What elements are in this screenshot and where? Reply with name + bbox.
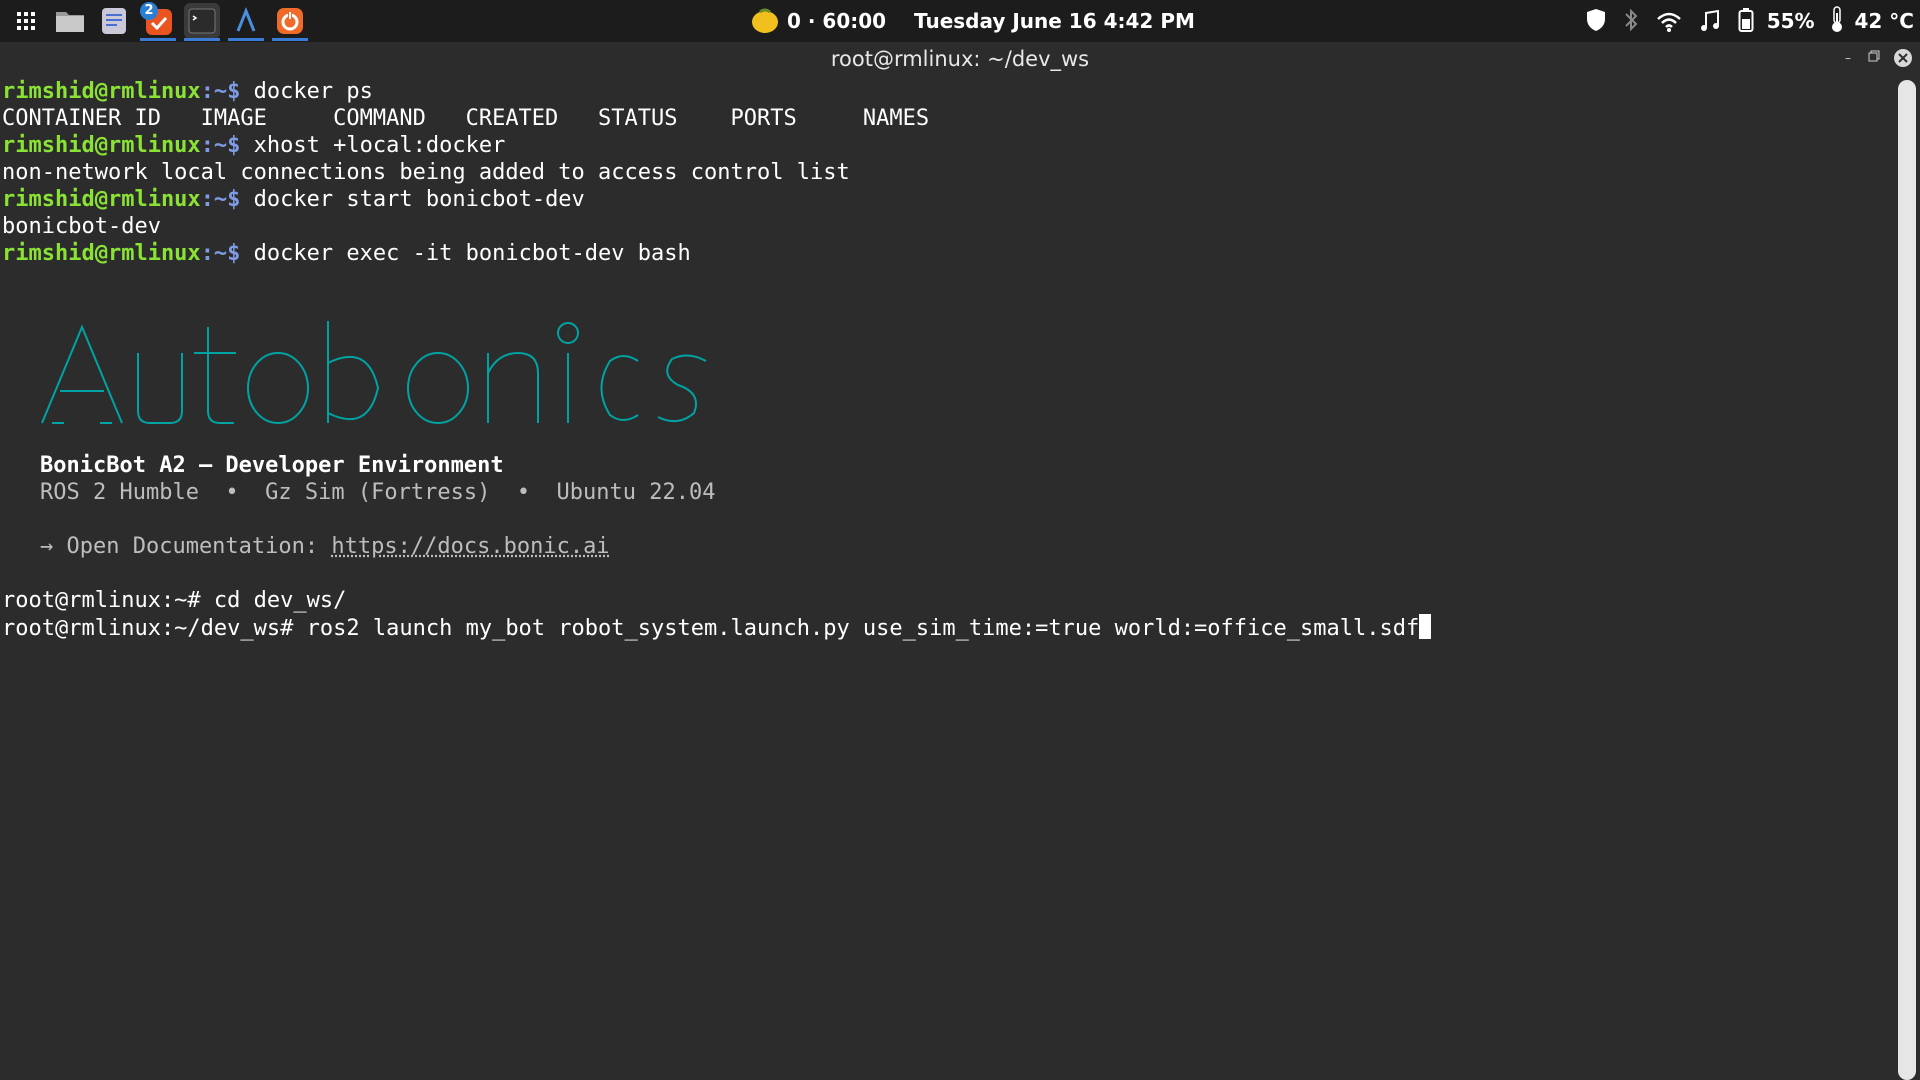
temperature-readout: 42 °C (1854, 9, 1914, 33)
terminal-line: rimshid@rmlinux:~$ docker exec -it bonic… (2, 241, 691, 266)
terminal-line: root@rmlinux:~# cd dev_ws/ (2, 588, 347, 613)
terminal-line: rimshid@rmlinux:~$ docker start bonicbot… (2, 187, 585, 212)
documentation-line: → Open Documentation: https://docs.bonic… (40, 534, 610, 559)
terminal-line: bonicbot-dev (2, 214, 161, 239)
pomodoro-timer: 0 · 60:00 (786, 9, 887, 33)
terminal-line: CONTAINER ID IMAGE COMMAND CREATED STATU… (2, 106, 930, 131)
software-updater-icon[interactable]: 2 (140, 2, 176, 41)
top-panel: 2 0 · 60:00 Tuesday June 16 4:42 PM 55% … (0, 0, 1920, 42)
banner-subtitle: ROS 2 Humble • Gz Sim (Fortress) • Ubunt… (40, 480, 716, 505)
scrollbar-thumb[interactable] (1898, 80, 1916, 1080)
scrollbar-track[interactable] (1892, 78, 1920, 1080)
system-tray[interactable]: 55% 42 °C (1584, 0, 1920, 42)
terminal-content[interactable]: rimshid@rmlinux:~$ docker ps CONTAINER I… (0, 78, 1890, 1080)
battery-icon[interactable] (1738, 5, 1754, 47)
window-title: root@rmlinux: ~/dev_ws (830, 47, 1090, 71)
date-time: Tuesday June 16 4:42 PM (914, 9, 1195, 33)
battery-percentage: 55% (1766, 9, 1815, 33)
files-icon[interactable] (52, 3, 88, 39)
ubuntu-software-icon[interactable] (272, 3, 308, 41)
text-editor-icon[interactable] (96, 3, 132, 39)
terminal-line: non-network local connections being adde… (2, 160, 850, 185)
minimize-button[interactable]: – (1840, 50, 1856, 66)
clock-area[interactable]: 0 · 60:00 Tuesday June 16 4:42 PM (750, 0, 1195, 42)
wifi-icon[interactable] (1656, 5, 1682, 47)
arduino-ide-icon[interactable] (228, 3, 264, 41)
close-button[interactable] (1894, 49, 1912, 67)
music-icon[interactable] (1699, 5, 1721, 47)
terminal-line: rimshid@rmlinux:~$ xhost +local:docker (2, 133, 506, 158)
maximize-button[interactable] (1866, 50, 1882, 66)
updates-badge: 2 (140, 2, 158, 20)
terminal-line: rimshid@rmlinux:~$ docker ps (2, 79, 373, 104)
terminal-line: root@rmlinux:~/dev_ws# ros2 launch my_bo… (2, 614, 1432, 642)
window-titlebar[interactable]: root@rmlinux: ~/dev_ws – (0, 42, 1920, 78)
shield-icon[interactable] (1584, 5, 1608, 47)
banner-title: BonicBot A2 — Developer Environment (40, 453, 504, 478)
text-cursor (1419, 614, 1432, 639)
terminal-icon[interactable] (184, 3, 220, 41)
bluetooth-icon[interactable] (1623, 5, 1639, 47)
thermometer-icon[interactable] (1830, 5, 1844, 47)
documentation-link[interactable]: https://docs.bonic.ai (331, 534, 609, 559)
app-grid-icon[interactable] (8, 3, 44, 39)
